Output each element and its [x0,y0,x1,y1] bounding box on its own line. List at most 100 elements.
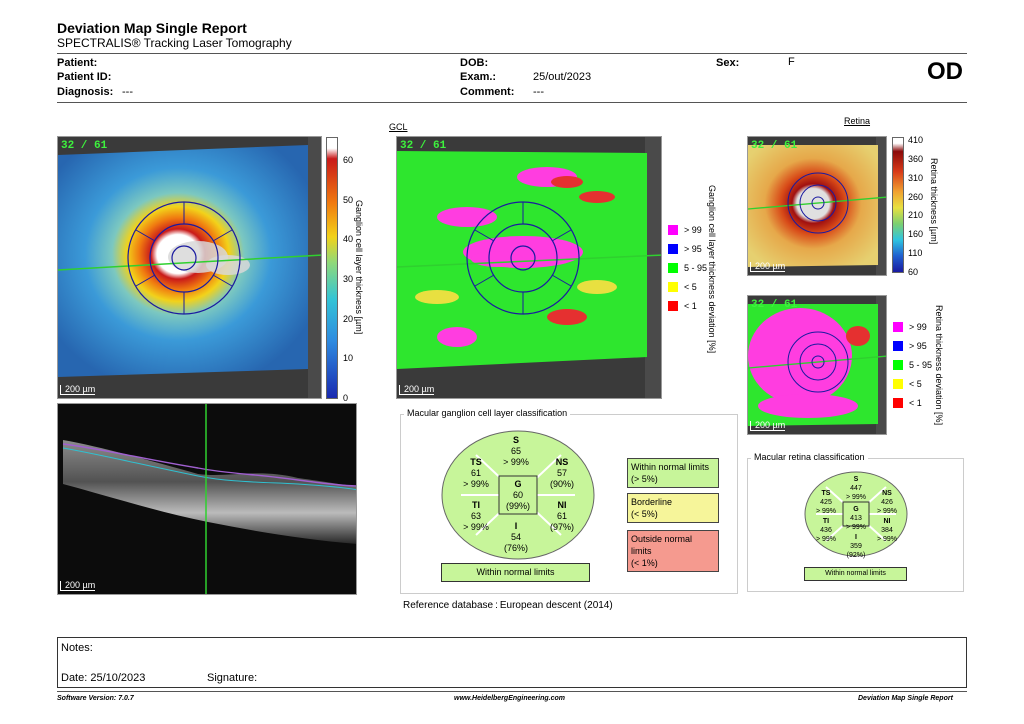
retina-thickness-axis-label: Retina thickness [µm] [929,158,939,245]
sector-pct: (97%) [549,522,574,532]
sector-value: 60 [512,490,523,500]
frames-badge: 32 / 61 [61,140,108,152]
sector-pct: > 99% [845,524,867,531]
retina-legend-item: < 5 [893,379,922,389]
reference-database: Reference database : European descent (2… [403,600,613,611]
retina-sector-ti: TI 436 > 99% [812,517,840,544]
sex-label: Sex: [716,57,740,69]
footer-divider [57,691,967,692]
sector-name: S [512,435,519,445]
retina-sector-g: G 413 > 99% [843,505,869,532]
gcl-deviation-map: 32 / 61 200 µm [396,136,662,399]
retina-thickness-tick: 110 [908,248,923,259]
legend-label: > 99 [909,322,927,332]
sector-name: TI [472,500,480,510]
footer-software: Software Version: 7.0.7 [57,695,134,702]
status-outside-normal: Outside normal limits (< 1%) [627,530,719,572]
sector-name: S [853,476,859,483]
sector-name: NI [883,518,891,525]
sector-value: 54 [510,532,521,542]
retina-thickness-tick: 60 [908,267,919,277]
sector-pct: > 99% [815,508,837,515]
legend-swatch [668,301,678,311]
frames-badge: 32 / 61 [751,299,798,311]
legend-label: 5 - 95 [909,360,933,370]
gcl-thickness-map-image [58,137,321,398]
sector-name: G [514,479,522,489]
gcl-sector-ns: NS 57 (90%) [542,457,582,490]
gcl-deviation-map-image [397,137,661,398]
gcl-sector-s: S 65 > 99% [496,435,536,468]
retina-thickness-map: 32 / 61 200 µm [747,136,887,276]
retina-thickness-tick: 260 [908,191,924,202]
frames-badge: 32 / 61 [400,140,447,152]
retina-deviation-map: 32 / 61 200 µm [747,295,887,435]
gcl-thickness-tick: 20 [343,313,354,324]
sector-name: NI [557,500,567,510]
gcl-thickness-axis-label: Ganglion cell layer thickness [µm] [354,200,364,335]
gcl-thickness-tick: 10 [343,353,354,364]
sector-pct: (92%) [846,552,866,559]
gcl-sector-ni: NI 61 (97%) [542,500,582,533]
gcl-thickness-colorbar [326,137,338,399]
sector-pct: (99%) [505,501,530,511]
status-borderline-range: (< 5%) [631,509,658,519]
retina-sector-ns: NS 426 > 99% [870,489,904,516]
legend-swatch [893,341,903,351]
status-within-normal-range: (> 5%) [631,474,658,484]
sector-name: TS [470,457,482,467]
frames-badge: 32 / 61 [751,140,798,152]
sector-pct: (90%) [549,479,574,489]
sector-pct: > 99% [876,508,898,515]
legend-label: 5 - 95 [684,263,708,273]
retina-deviation-axis-label: Retina thickness deviation [%] [934,305,944,426]
status-within-normal-label: Within normal limits [631,462,710,472]
legend-label: > 99 [684,225,702,235]
sector-value: 61 [556,511,567,521]
header-divider-bottom [57,102,967,103]
scale-bar: 200 µm [399,385,435,395]
report-title: Deviation Map Single Report [57,20,247,36]
gcl-legend-item: 5 - 95 [668,263,707,273]
diagnosis-label: Diagnosis: [57,86,114,98]
scale-bar: 200 µm [750,421,786,431]
gcl-legend-item: < 1 [668,301,697,311]
footer-website: www.HeidelbergEngineering.com [454,695,565,702]
comment-value: --- [533,86,544,98]
gcl-legend-item: > 99 [668,225,702,235]
sector-name: TS [821,490,831,497]
retina-sector-s: S 447 > 99% [842,475,870,502]
notes-box: Notes: Date: 25/10/2023 Signature: [57,637,967,688]
patient-id-label: Patient ID: [57,71,112,83]
sector-value: 359 [850,543,862,550]
sector-name: I [514,521,518,531]
sector-value: 61 [470,468,481,478]
sector-value: 384 [881,527,893,534]
sector-name: G [853,506,859,513]
scale-bar: 200 µm [60,385,96,395]
oct-bscan: 200 µm [57,403,357,595]
gcl-thickness-tick: 0 [343,393,349,403]
retina-sector-ts: TS 425 > 99% [812,489,840,516]
retina-deviation-map-image [748,296,886,434]
retina-section-title: Retina [844,116,871,126]
gcl-sector-ts: TS 61 > 99% [456,457,496,490]
legend-swatch [893,322,903,332]
legend-swatch [893,379,903,389]
legend-label: < 5 [909,379,922,389]
retina-classification-title: Macular retina classification [751,452,868,462]
sector-pct: > 99% [463,522,489,532]
gcl-thickness-tick: 30 [343,274,354,284]
sector-value: 436 [820,527,832,534]
gcl-sector-ti: TI 63 > 99% [456,500,496,533]
gcl-thickness-tick: 60 [343,155,354,165]
eye-label: OD [927,58,963,85]
sector-value: 57 [556,468,567,478]
retina-thickness-tick: 360 [908,153,924,164]
scale-bar: 200 µm [750,262,786,272]
sector-name: I [855,534,857,541]
header-divider-top [57,53,967,54]
sector-value: 426 [881,499,893,506]
sector-pct: (76%) [503,543,528,553]
retina-thickness-tick: 210 [908,210,924,221]
